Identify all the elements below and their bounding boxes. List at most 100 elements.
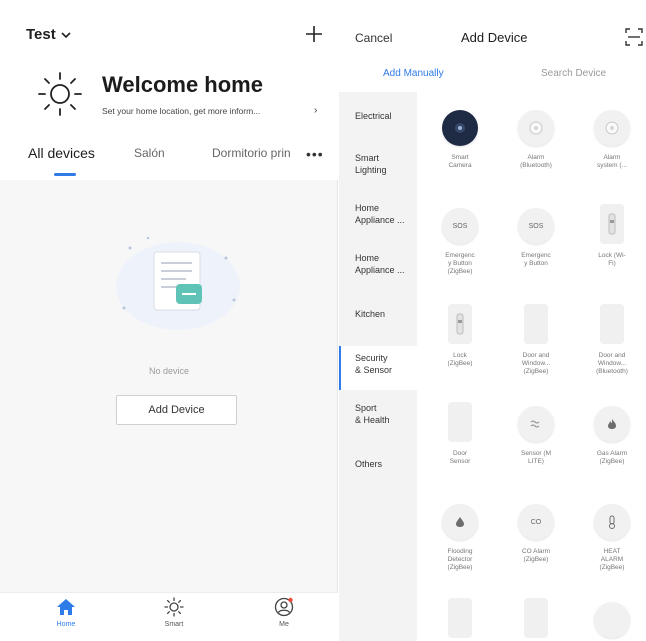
tab-all-devices[interactable]: All devices (28, 145, 95, 161)
device-alarm-system[interactable]: Alarm system (... (577, 110, 646, 170)
category-home-appliance-2[interactable]: Home Appliance ... (339, 252, 417, 284)
device-grid: Smart Camera Alarm (Bluetooth) Alarm sys… (425, 100, 646, 641)
welcome-title: Welcome home (102, 72, 263, 97)
nav-me[interactable]: Me (254, 597, 314, 628)
room-tabs: All devices Salón Dormitorio prin ••• (0, 140, 338, 180)
sos-icon: SOS (442, 208, 478, 244)
category-label: Smart Lighting (355, 153, 387, 175)
category-others[interactable]: Others (339, 458, 417, 478)
device-name: Emergenc y Button (521, 252, 551, 267)
welcome-subtitle-link[interactable]: Set your home location, get more inform.… (102, 106, 312, 116)
device-door-sensor[interactable]: Door Sensor (425, 402, 495, 466)
device-gas-alarm[interactable]: Gas Alarm (ZigBee) (577, 406, 646, 466)
device-flooding-detector[interactable]: Flooding Detector (ZigBee) (425, 504, 495, 572)
category-sport-health[interactable]: Sport & Health (339, 402, 417, 434)
device-emergency-button-zigbee[interactable]: SOS Emergenc y Button (ZigBee) (425, 208, 495, 276)
category-security-sensor[interactable]: Security & Sensor (339, 346, 417, 390)
sos-badge: SOS (528, 222, 544, 230)
device-sensor-m-lite[interactable]: Sensor (M LITE) (501, 406, 571, 466)
chevron-right-icon[interactable]: › (314, 105, 317, 116)
device-name: Door Sensor (449, 450, 471, 465)
co-badge: CO (530, 518, 542, 526)
tab-add-manually[interactable]: Add Manually (383, 68, 444, 79)
category-label: Kitchen (355, 309, 386, 319)
category-label: Electrical (355, 111, 392, 121)
bottom-nav: Home Smart Me (0, 592, 338, 641)
device-name: Door and Window... (ZigBee) (521, 352, 551, 375)
lock-icon (448, 304, 472, 344)
smart-sun-icon (164, 597, 184, 617)
home-panel: Test Welcome home Set your home location… (0, 0, 338, 641)
device-lock-zigbee[interactable]: Lock (ZigBee) (425, 304, 495, 368)
nav-smart-label: Smart (164, 621, 184, 628)
scan-icon[interactable] (625, 28, 643, 46)
device-name: CO Alarm (ZigBee) (521, 548, 551, 563)
device-name: HEAT ALARM (ZigBee) (599, 548, 625, 571)
device-name: Alarm system (... (597, 154, 627, 169)
device-icon (448, 598, 472, 638)
category-label: Others (355, 459, 383, 469)
add-plus-icon[interactable] (304, 24, 324, 44)
thermometer-icon (594, 504, 630, 540)
cancel-button[interactable]: Cancel (355, 31, 392, 45)
category-label: Home Appliance ... (355, 253, 405, 275)
device-name: Door and Window... (Bluetooth) (596, 352, 628, 375)
device-name: Sensor (M LITE) (521, 450, 551, 465)
water-drop-icon (442, 504, 478, 540)
sos-icon: SOS (518, 208, 554, 244)
device-name: Flooding Detector (ZigBee) (447, 548, 473, 571)
device-name: Lock (ZigBee) (447, 352, 473, 367)
device-partial-1[interactable] (425, 598, 495, 638)
device-name: Gas Alarm (ZigBee) (596, 450, 628, 465)
nav-me-label: Me (279, 621, 289, 628)
door-sensor-icon (600, 304, 624, 344)
flame-icon (594, 406, 630, 442)
tab-salon[interactable]: Salón (134, 146, 165, 160)
device-door-window-zigbee[interactable]: Door and Window... (ZigBee) (501, 304, 571, 376)
device-emergency-button[interactable]: SOS Emergenc y Button (501, 208, 571, 268)
add-device-button[interactable]: Add Device (116, 395, 237, 425)
device-name: Emergenc y Button (ZigBee) (445, 252, 475, 275)
category-label: Security & Sensor (355, 353, 393, 375)
tab-search-device[interactable]: Search Device (541, 68, 606, 79)
device-smart-camera[interactable]: Smart Camera (425, 110, 495, 170)
category-label: Home Appliance ... (355, 203, 405, 225)
add-device-title: Add Device (461, 30, 528, 45)
more-tabs-icon[interactable]: ••• (306, 146, 324, 162)
sos-badge: SOS (452, 222, 468, 230)
nav-home-label: Home (56, 621, 76, 628)
device-icon (524, 598, 548, 638)
device-door-window-bluetooth[interactable]: Door and Window... (Bluetooth) (577, 304, 646, 376)
empty-state-text: No device (148, 366, 190, 376)
device-co-alarm[interactable]: CO CO Alarm (ZigBee) (501, 504, 571, 564)
device-alarm-bluetooth[interactable]: Alarm (Bluetooth) (501, 110, 571, 170)
sun-icon (38, 72, 82, 116)
category-label: Sport & Health (355, 403, 390, 425)
empty-state-illustration (116, 236, 240, 330)
device-partial-2[interactable] (501, 598, 571, 638)
category-smart-lighting[interactable]: Smart Lighting (339, 152, 417, 184)
device-name: Lock (Wi- Fi) (598, 252, 626, 267)
camera-icon (442, 110, 478, 146)
category-electrical[interactable]: Electrical (339, 110, 417, 134)
tab-dormitorio[interactable]: Dormitorio prin (212, 146, 296, 160)
tab-active-indicator (54, 173, 76, 176)
device-heat-alarm[interactable]: HEAT ALARM (ZigBee) (577, 504, 646, 572)
chevron-down-icon (61, 31, 71, 38)
device-name: Alarm (Bluetooth) (520, 154, 552, 169)
door-sensor-icon (524, 304, 548, 344)
nav-home[interactable]: Home (36, 597, 96, 628)
device-lock-wifi[interactable]: Lock (Wi- Fi) (577, 204, 646, 268)
nav-smart[interactable]: Smart (144, 597, 204, 628)
device-partial-3[interactable] (577, 602, 646, 638)
category-home-appliance-1[interactable]: Home Appliance ... (339, 202, 417, 234)
sensor-icon (518, 406, 554, 442)
add-device-panel: Cancel Add Device Add Manually Search De… (339, 0, 646, 641)
home-header: Test Welcome home Set your home location… (0, 0, 338, 140)
home-selector[interactable]: Test (26, 26, 72, 43)
alarm-icon (518, 110, 554, 146)
door-sensor-icon (448, 402, 472, 442)
device-name: Smart Camera (448, 154, 472, 169)
co-icon: CO (518, 504, 554, 540)
category-kitchen[interactable]: Kitchen (339, 308, 417, 328)
